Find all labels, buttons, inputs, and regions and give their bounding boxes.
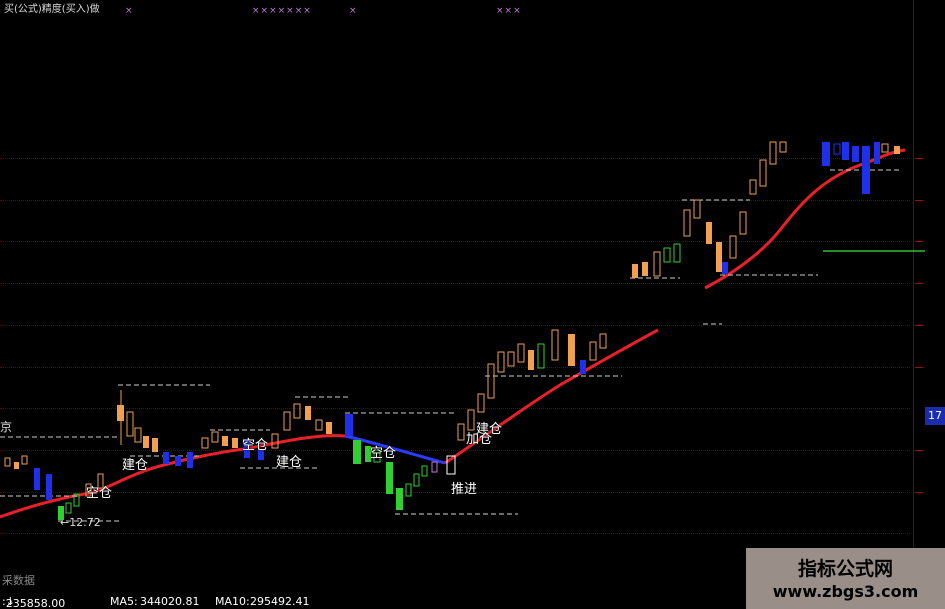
watermark-url: www.zbgs3.com xyxy=(772,582,919,601)
ma-line-upper xyxy=(704,148,906,290)
data-source-label: 采数据 xyxy=(2,574,35,587)
signal-jiancang: 建仓 xyxy=(276,455,303,470)
ma10-value: 295492.41 xyxy=(250,595,310,608)
volume-value: :235858.00 ↓ xyxy=(2,595,66,609)
signal-tuijin: 推进 xyxy=(451,482,478,497)
watermark-title: 指标公式网 xyxy=(797,558,893,580)
signal-kongcang: 空仓 xyxy=(242,438,269,453)
left-edge-label: 京 xyxy=(0,420,13,434)
volume-number: 235858.00 xyxy=(5,597,66,609)
signal-kongcang: 空仓 xyxy=(370,446,397,461)
signal-jiacang: 加仓 xyxy=(466,432,493,447)
low-price-label: ←12.72 xyxy=(60,516,101,529)
chart-window: 买(公式)精度(买入)做 × ××××××× × ××× 17 建仓 空仓 空仓… xyxy=(0,0,945,609)
ma10-label: MA10: xyxy=(215,595,250,608)
signal-kongcang: 空仓 xyxy=(86,486,113,501)
price-chart-canvas[interactable]: $ xyxy=(0,0,945,560)
site-watermark: 指标公式网 www.zbgs3.com xyxy=(746,548,945,609)
signal-jiancang: 建仓 xyxy=(122,458,149,473)
low-price-value: 12.72 xyxy=(69,516,101,529)
ma5-label: MA5: xyxy=(110,595,138,608)
ma5-value: 344020.81 xyxy=(140,595,200,608)
